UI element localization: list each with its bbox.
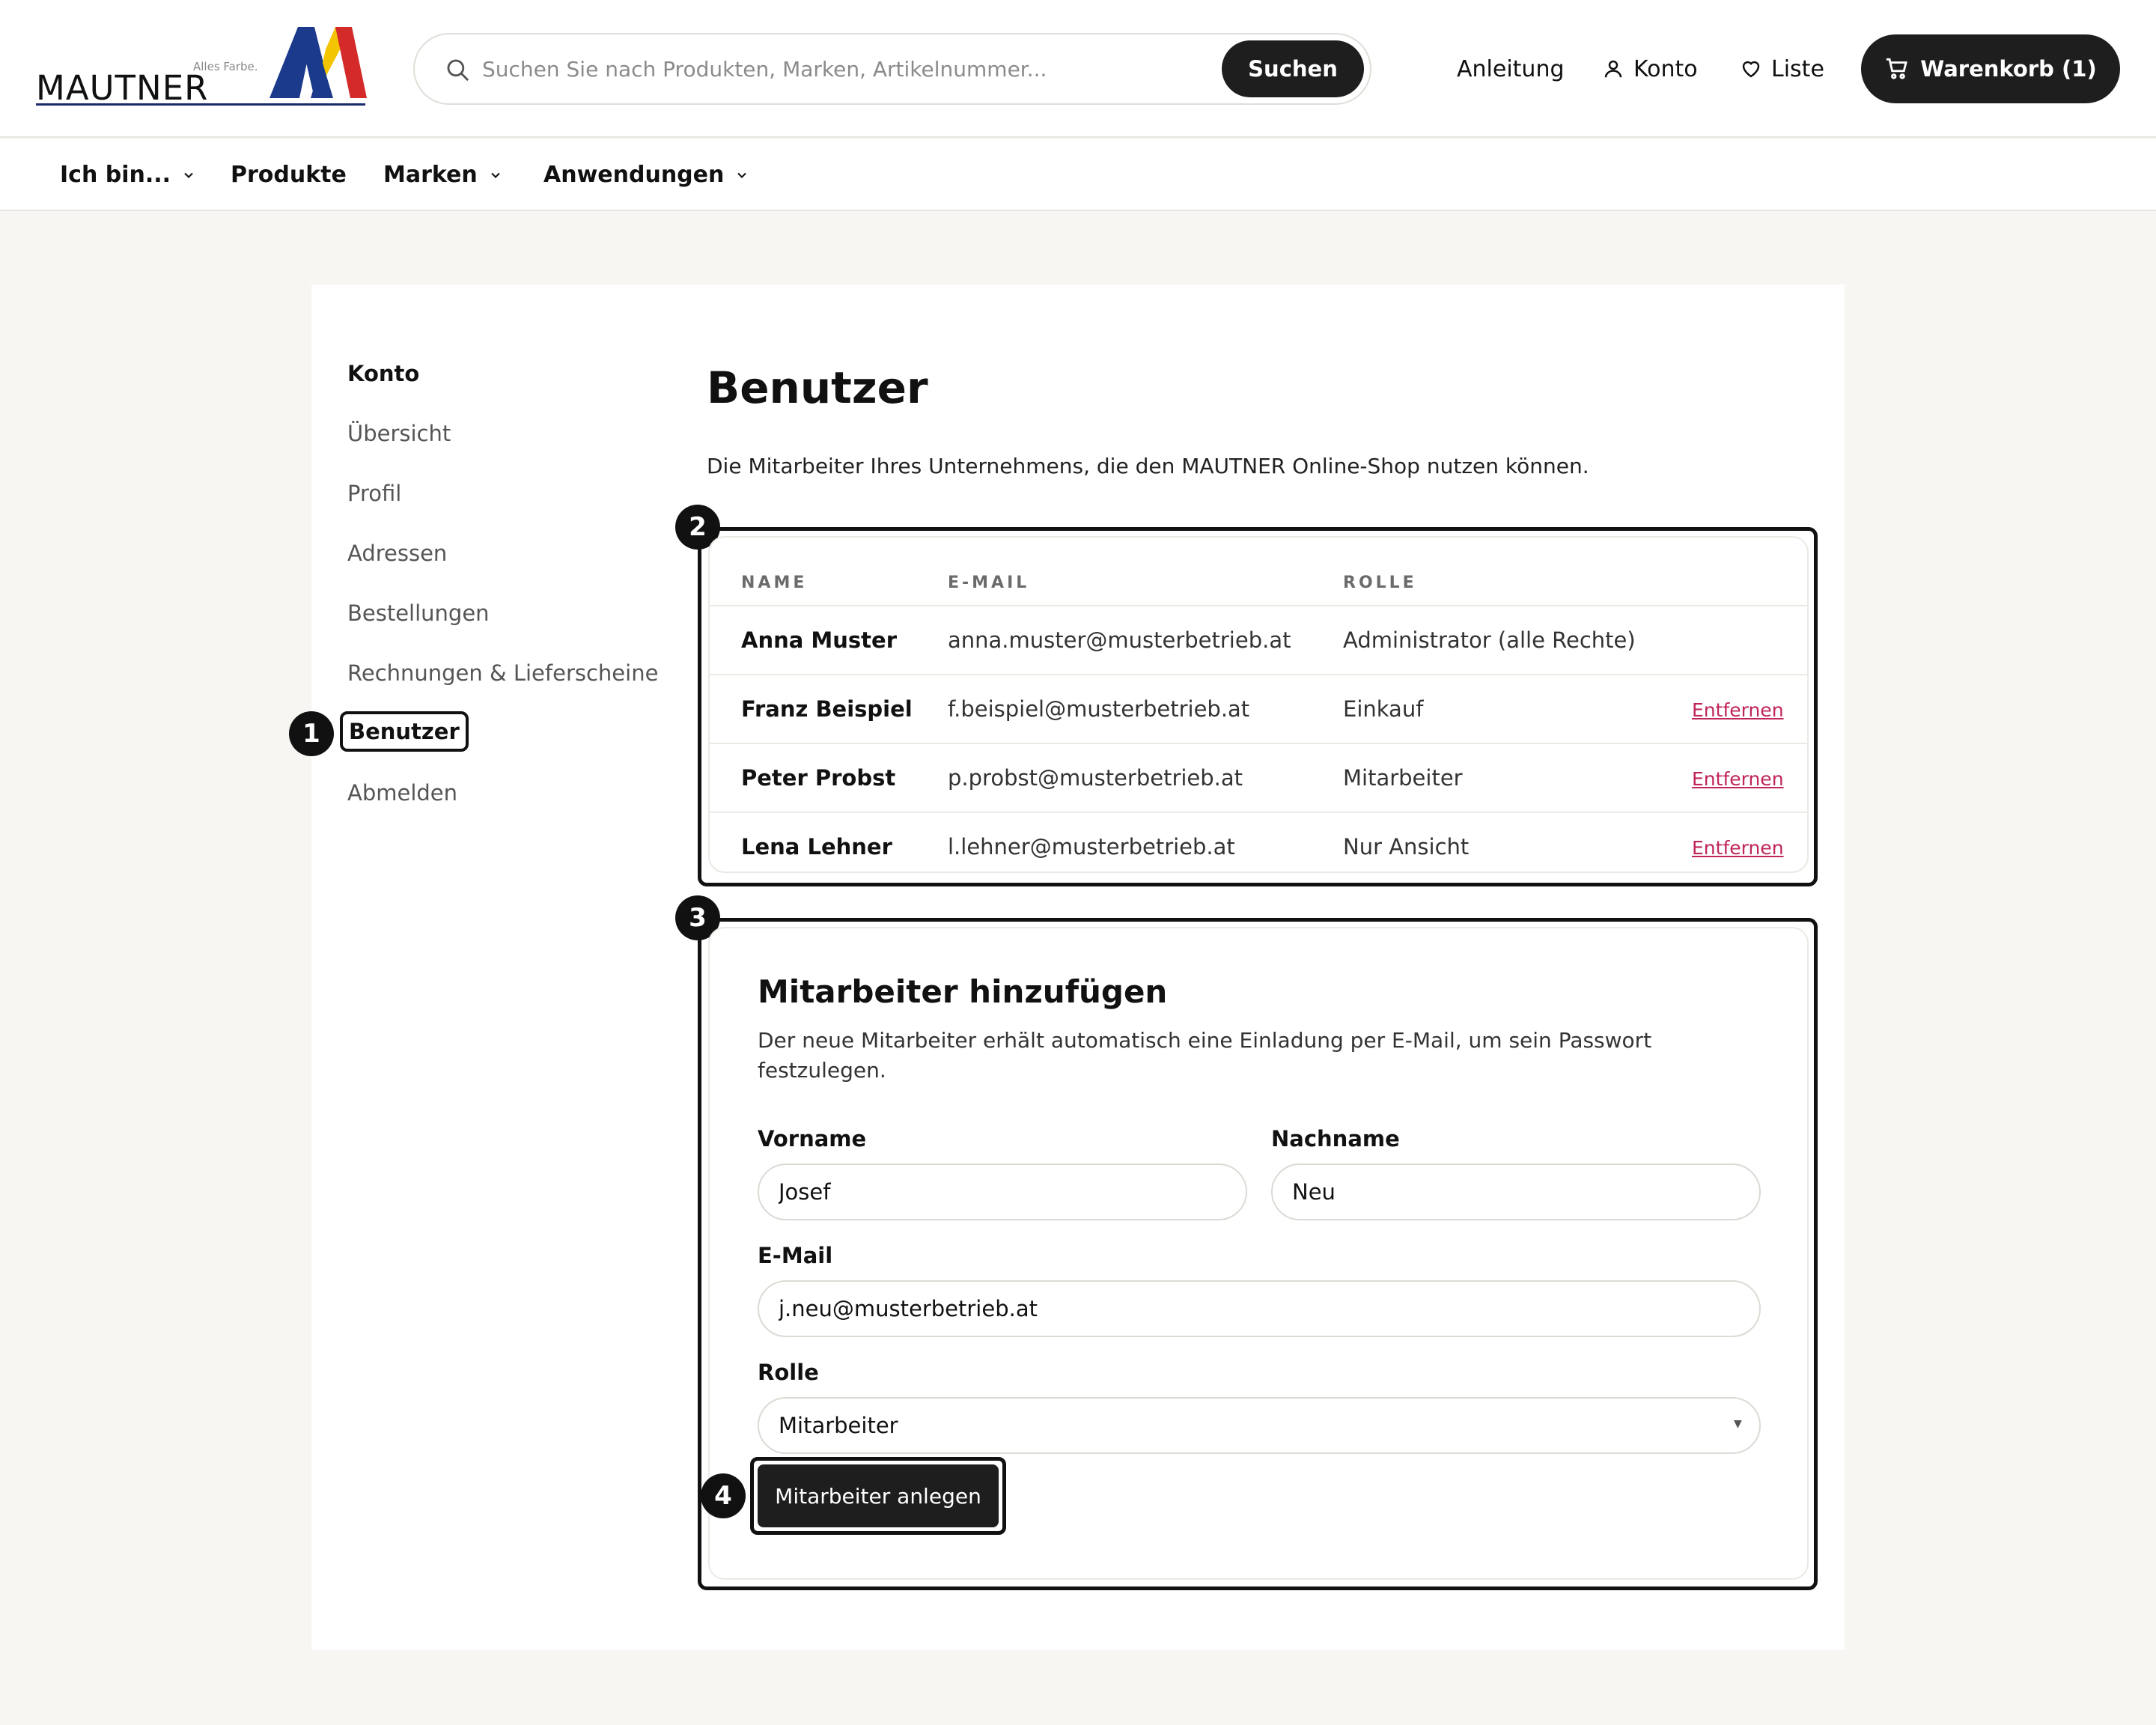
nav-item-produkte[interactable]: Produkte xyxy=(231,162,347,188)
first-name-label: Vorname xyxy=(758,1126,867,1151)
table-header-name: NAME xyxy=(741,574,808,592)
nav-item-label: Anwendungen xyxy=(543,162,725,188)
role-select[interactable]: Mitarbeiter xyxy=(758,1397,1761,1454)
wishlist-link-label: Liste xyxy=(1771,55,1824,82)
page-title: Benutzer xyxy=(707,362,928,413)
form-description: Der neue Mitarbeiter erhält automatisch … xyxy=(758,1028,1652,1083)
table-header-email: E-MAIL xyxy=(948,574,1030,592)
users-table: NAME E-MAIL ROLLE Anna Muster anna.muste… xyxy=(708,536,1809,873)
select-arrow-icon: ▼ xyxy=(1734,1418,1742,1430)
cart-button-label: Warenkorb (1) xyxy=(1920,56,2097,82)
email-label: E-Mail xyxy=(758,1243,833,1268)
user-email: anna.muster@musterbetrieb.at xyxy=(948,627,1291,653)
user-email: p.probst@musterbetrieb.at xyxy=(948,765,1243,791)
heart-icon xyxy=(1742,61,1760,78)
user-role: Administrator (alle Rechte) xyxy=(1343,627,1636,653)
form-title: Mitarbeiter hinzufügen xyxy=(758,973,1168,1010)
sidebar-item-rechnungen[interactable]: Rechnungen & Lieferscheine xyxy=(347,660,658,686)
search-input[interactable] xyxy=(482,49,1156,88)
nav-item-label: Ich bin... xyxy=(60,162,171,188)
guide-link-label: Anleitung xyxy=(1457,55,1565,82)
nav-item-label: Produkte xyxy=(231,162,347,188)
user-role: Mitarbeiter xyxy=(1343,765,1463,791)
nav-item-ich-bin[interactable]: Ich bin... xyxy=(60,162,196,188)
nav-item-anwendungen[interactable]: Anwendungen xyxy=(543,162,749,188)
logo-wordmark: MAUTNER xyxy=(36,68,209,108)
sidebar-item-abmelden[interactable]: Abmelden xyxy=(347,780,457,806)
add-employee-form: Mitarbeiter hinzufügen Der neue Mitarbei… xyxy=(701,927,1809,1580)
sidebar-item-profil[interactable]: Profil xyxy=(347,481,401,506)
user-name: Anna Muster xyxy=(741,627,897,653)
user-name: Franz Beispiel xyxy=(741,696,913,722)
chevron-down-icon xyxy=(184,172,193,178)
wishlist-link[interactable]: Liste xyxy=(1740,54,1824,84)
remove-user-link[interactable]: Entfernen xyxy=(1692,699,1784,721)
user-icon xyxy=(1604,60,1622,78)
remove-user-link[interactable]: Entfernen xyxy=(1692,768,1784,790)
user-name: Lena Lehner xyxy=(741,834,892,860)
search-button[interactable]: Suchen xyxy=(1222,40,1364,97)
sidebar-heading: Konto xyxy=(347,361,420,386)
annotation-badge-4: 4 xyxy=(701,1473,746,1518)
table-row: Anna Muster anna.muster@musterbetrieb.at… xyxy=(710,605,1807,674)
main-nav: Ich bin... Produkte Marken Anwendungen xyxy=(0,139,2156,211)
user-name: Peter Probst xyxy=(741,765,896,791)
user-email: f.beispiel@musterbetrieb.at xyxy=(948,696,1250,722)
sidebar-item-benutzer[interactable]: Benutzer xyxy=(340,711,469,752)
role-label: Rolle xyxy=(758,1360,819,1385)
logo-m-mark xyxy=(270,27,367,98)
first-name-field[interactable] xyxy=(758,1163,1247,1220)
account-content-card: Konto Übersicht Profil Adressen Bestellu… xyxy=(289,285,1845,1650)
sidebar-item-adressen[interactable]: Adressen xyxy=(347,541,447,566)
cart-button[interactable]: Warenkorb (1) xyxy=(1861,34,2120,103)
last-name-field[interactable] xyxy=(1271,1163,1761,1220)
table-row: Lena Lehner l.lehner@musterbetrieb.at Nu… xyxy=(710,812,1807,871)
sidebar-item-uebersicht[interactable]: Übersicht xyxy=(347,421,451,446)
chevron-down-icon xyxy=(491,172,500,178)
user-role: Einkauf xyxy=(1343,696,1424,722)
guide-link[interactable]: Anleitung xyxy=(1457,54,1565,84)
user-role: Nur Ansicht xyxy=(1343,834,1470,860)
nav-item-marken[interactable]: Marken xyxy=(383,162,503,188)
mautner-logo[interactable]: Alles Farbe. MAUTNER xyxy=(36,27,367,109)
annotation-outline-button xyxy=(750,1457,1006,1535)
table-row: Peter Probst p.probst@musterbetrieb.at M… xyxy=(710,743,1807,812)
site-header: Alles Farbe. MAUTNER Suchen Anleitung Ko… xyxy=(0,0,2156,138)
nav-item-label: Marken xyxy=(383,162,478,188)
cart-icon xyxy=(1886,58,1908,79)
annotation-badge-1: 1 xyxy=(289,711,334,756)
email-field[interactable] xyxy=(758,1280,1761,1337)
role-select-value: Mitarbeiter xyxy=(779,1413,898,1438)
logo-underline xyxy=(36,103,365,106)
sidebar-item-bestellungen[interactable]: Bestellungen xyxy=(347,600,490,626)
account-link-label: Konto xyxy=(1633,55,1698,82)
remove-user-link[interactable]: Entfernen xyxy=(1692,837,1784,859)
search-icon xyxy=(447,59,469,82)
user-email: l.lehner@musterbetrieb.at xyxy=(948,834,1235,860)
account-link[interactable]: Konto xyxy=(1602,54,1698,84)
last-name-label: Nachname xyxy=(1271,1126,1400,1151)
search-bar: Suchen xyxy=(413,33,1371,105)
page-description: Die Mitarbeiter Ihres Unternehmens, die … xyxy=(707,454,1589,478)
table-row: Franz Beispiel f.beispiel@musterbetrieb.… xyxy=(710,674,1807,743)
table-header-role: ROLLE xyxy=(1343,574,1417,592)
chevron-down-icon xyxy=(737,172,747,178)
